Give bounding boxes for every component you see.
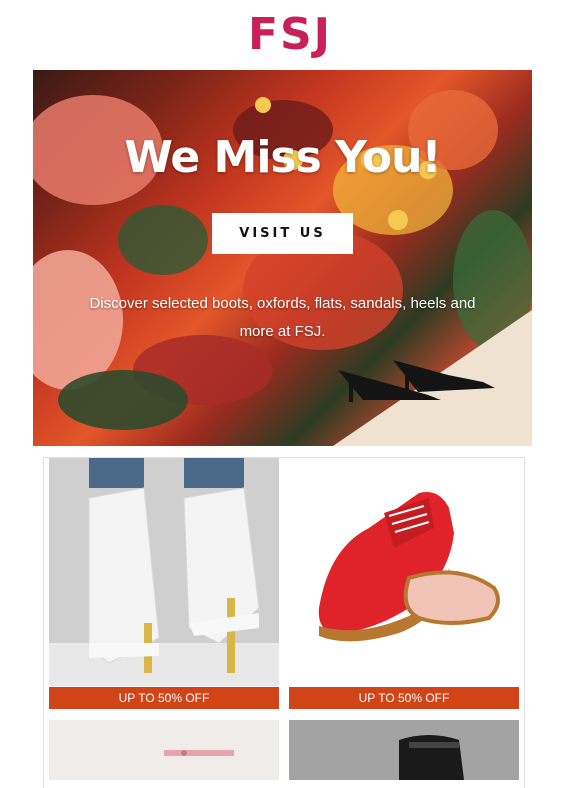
white-lace-heel-bootie-icon xyxy=(49,458,279,686)
header: FSJ xyxy=(0,8,580,62)
black-sock-bootie-icon xyxy=(289,720,519,780)
hero-title: We Miss You! xyxy=(124,132,441,183)
product-image[interactable] xyxy=(289,720,519,780)
discount-badge[interactable]: UP TO 50% OFF xyxy=(289,687,519,709)
hero-description: Discover selected boots, oxfords, flats,… xyxy=(89,295,476,340)
product-image[interactable] xyxy=(49,458,279,686)
brand-logo[interactable]: FSJ xyxy=(248,13,332,57)
product-card[interactable] xyxy=(49,720,279,780)
product-grid: UP TO 50% OFF UP TO 50% OFF xyxy=(43,457,525,788)
visit-us-button[interactable]: VISIT US xyxy=(212,213,353,254)
red-oxford-shoe-icon xyxy=(318,492,500,642)
pink-heel-sandal-icon xyxy=(49,720,279,780)
product-image[interactable] xyxy=(49,720,279,780)
product-card[interactable] xyxy=(289,720,519,780)
discount-badge[interactable]: UP TO 50% OFF xyxy=(49,687,279,709)
hero-banner[interactable]: We Miss You! VISIT US Discover selected … xyxy=(33,70,532,446)
product-card[interactable]: UP TO 50% OFF xyxy=(289,458,519,709)
hero-floral-image xyxy=(33,90,532,446)
product-card[interactable]: UP TO 50% OFF xyxy=(49,458,279,709)
product-image[interactable] xyxy=(289,458,519,686)
